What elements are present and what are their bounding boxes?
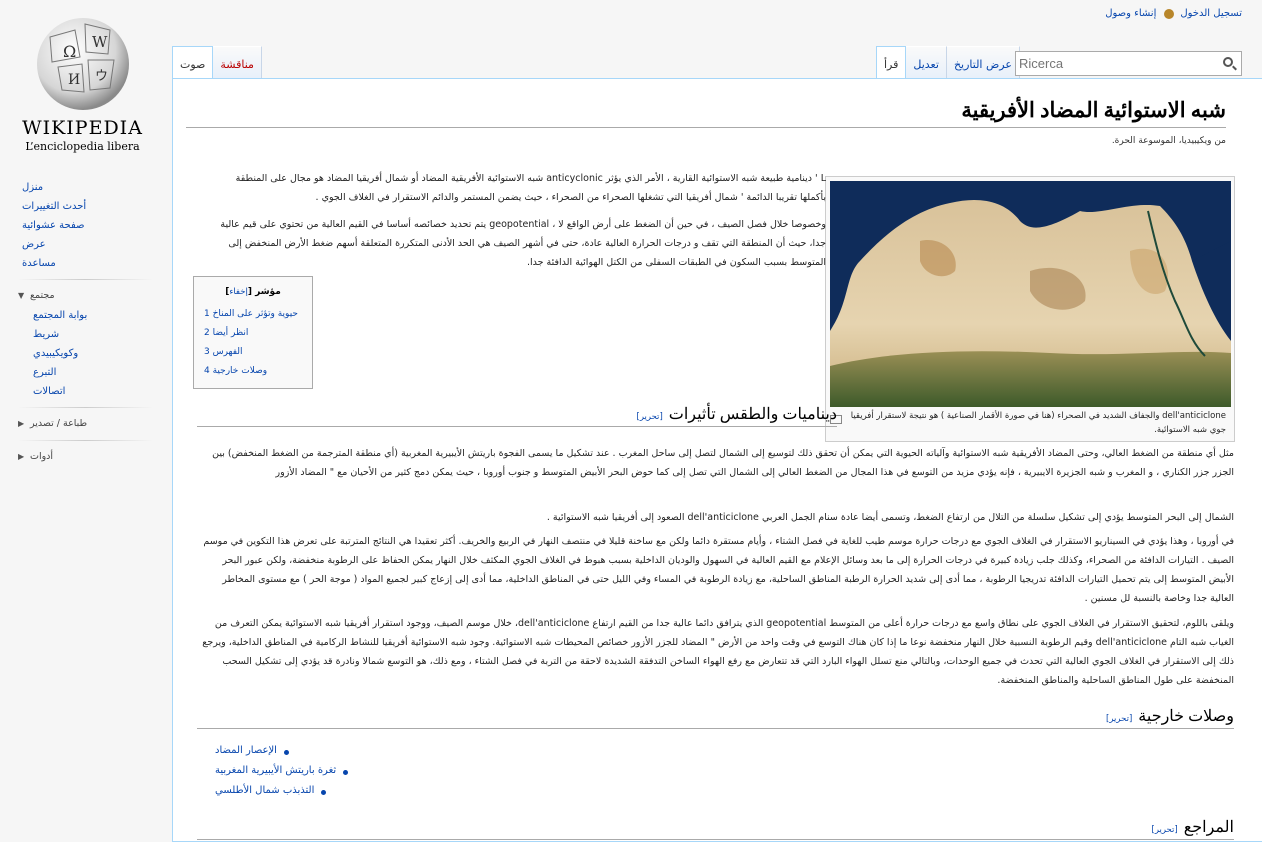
sidebar-section-print[interactable]: ▶ طباعة / تصدير xyxy=(0,414,165,434)
external-link[interactable]: الإعصار المضاد xyxy=(215,745,289,756)
sidebar-divider xyxy=(18,407,153,408)
edit-section-link[interactable]: تحرير xyxy=(1109,714,1129,724)
sidebar-item-random-page[interactable]: صفحة عشوائية xyxy=(0,216,165,235)
sidebar-section-community[interactable]: ▼ مجتمع xyxy=(0,286,165,306)
toc-label: حيوية وتؤثر على المناخ xyxy=(212,309,298,319)
page-title: شبه الاستوائية المضاد الأفريقية xyxy=(186,98,1226,128)
section-heading-external-links: وصلات خارجية[تحرير] xyxy=(197,706,1234,729)
sidebar-item-view[interactable]: عرض xyxy=(0,235,165,254)
body-paragraph-3: في أوروبا ، وهذا يؤدي في السيناريو الاست… xyxy=(203,536,1234,604)
external-link[interactable]: التذبذب شمال الأطلسي xyxy=(215,785,327,796)
logo-wordmark: WIKIPEDIA xyxy=(22,117,143,139)
toc-item[interactable]: 4 وصلات خارجية xyxy=(204,366,267,376)
table-of-contents: مؤشر [إخفاء] 1 حيوية وتؤثر على المناخ 2 … xyxy=(193,276,313,389)
tab-edit[interactable]: تعديل xyxy=(906,46,947,78)
sidebar-item-community-portal[interactable]: بوابة المجتمع xyxy=(0,306,165,325)
sidebar-item-help[interactable]: مساعدة xyxy=(0,254,165,273)
sidebar-item-home[interactable]: منزل xyxy=(0,178,165,197)
article-content: شبه الاستوائية المضاد الأفريقية من ويكيب… xyxy=(172,78,1262,842)
edit-section-link[interactable]: تحرير xyxy=(640,412,660,422)
search-box xyxy=(1015,51,1242,76)
body-paragraph-4: ويلقى باللوم، لتحقيق الاستقرار في الغلاف… xyxy=(202,618,1234,686)
section-title: وصلات خارجية xyxy=(1138,708,1234,725)
create-account-link[interactable]: إنشاء وصول xyxy=(1105,8,1156,19)
chevron-right-icon: ▶ xyxy=(18,419,25,428)
wikipedia-logo[interactable]: Ω W И ウ WIKIPEDIA L’enciclopedia libera xyxy=(0,0,165,160)
search-input[interactable] xyxy=(1019,53,1209,74)
tab-page[interactable]: صوت xyxy=(172,46,214,78)
sidebar-section-label: مجتمع xyxy=(30,290,55,301)
site-subtitle: من ويكيبيديا، الموسوعة الحرة. xyxy=(1111,136,1226,146)
sidebar-section-label: أدوات xyxy=(30,451,54,462)
section-heading-dynamics: ديناميات والطقس تأثيرات[تحرير] xyxy=(197,404,837,427)
toc-label: وصلات خارجية xyxy=(212,366,268,376)
namespace-tabs: صوت مناقشة xyxy=(172,46,262,78)
logo-tagline: L’enciclopedia libera xyxy=(25,140,140,153)
svg-text:ウ: ウ xyxy=(95,69,108,84)
toc-header: مؤشر [إخفاء] xyxy=(225,287,281,297)
sidebar: منزل أحدث التغييرات صفحة عشوائية عرض مسا… xyxy=(0,178,165,467)
toc-title: مؤشر xyxy=(255,287,281,297)
sidebar-section-label: طباعة / تصدير xyxy=(30,418,88,429)
svg-text:W: W xyxy=(92,33,108,51)
puzzle-globe-icon: Ω W И ウ xyxy=(37,18,129,110)
view-tabs: قرأ تعديل عرض التاريخ xyxy=(876,46,1020,78)
sidebar-item-bar[interactable]: شريط xyxy=(0,325,165,344)
chevron-right-icon: ▶ xyxy=(18,452,25,461)
personal-tools: تسجيل الدخول إنشاء وصول xyxy=(1105,8,1242,19)
sidebar-divider xyxy=(18,440,153,441)
section-title: المراجع xyxy=(1183,819,1234,836)
toc-number: 3 xyxy=(204,347,210,357)
login-link[interactable]: تسجيل الدخول xyxy=(1180,8,1242,19)
toc-item[interactable]: 1 حيوية وتؤثر على المناخ xyxy=(204,309,298,319)
toc-label: انظر أيضا xyxy=(212,328,249,338)
sidebar-item-wikipedia[interactable]: وكويكيبيدي xyxy=(0,344,165,363)
svg-text:И: И xyxy=(68,72,80,88)
tab-history[interactable]: عرض التاريخ xyxy=(946,46,1020,78)
image-caption: dell'anticiclone والجفاف الشديد في الصحر… xyxy=(850,411,1226,435)
sidebar-item-recent-changes[interactable]: أحدث التغييرات xyxy=(0,197,165,216)
search-icon[interactable] xyxy=(1223,57,1233,67)
satellite-image[interactable] xyxy=(830,181,1231,407)
tab-read[interactable]: قرأ xyxy=(876,46,907,78)
edit-section-link[interactable]: تحرير xyxy=(1155,825,1175,835)
body-paragraph-1: مثل أي منطقة من الضغط العالي، وحتى المضا… xyxy=(212,448,1234,478)
body-paragraph-2: الشمال إلى البحر المتوسط يؤدي إلى تشكيل … xyxy=(546,512,1234,523)
section-heading-references: المراجع[تحرير] xyxy=(197,817,1234,840)
toc-number: 1 xyxy=(204,309,210,319)
tab-talk[interactable]: مناقشة xyxy=(213,46,262,78)
sidebar-item-donate[interactable]: التبرع xyxy=(0,363,165,382)
sidebar-section-tools[interactable]: ▶ أدوات xyxy=(0,447,165,467)
africa-satellite-graphic xyxy=(830,181,1231,407)
toc-hide-toggle[interactable]: إخفاء xyxy=(229,287,248,297)
toc-item[interactable]: 2 انظر أيضا xyxy=(204,328,248,338)
image-thumbnail: dell'anticiclone والجفاف الشديد في الصحر… xyxy=(825,176,1235,442)
intro-paragraph-2: وخصوصا خلال فصل الصيف ، في حين أن الضغط … xyxy=(220,219,826,268)
toc-number: 4 xyxy=(204,366,210,376)
chevron-down-icon: ▼ xyxy=(18,291,25,300)
toc-item[interactable]: 3 الفهرس xyxy=(204,347,243,357)
external-link[interactable]: ثغرة باريتش الأيبيرية المغربية xyxy=(215,765,349,776)
intro-paragraph-1: L ' دينامية طبيعة شبه الاستوائية القارية… xyxy=(235,173,826,203)
toc-number: 2 xyxy=(204,328,210,338)
toc-label: الفهرس xyxy=(212,347,243,357)
user-icon xyxy=(1164,8,1175,19)
sidebar-divider xyxy=(18,279,153,280)
svg-text:Ω: Ω xyxy=(63,42,76,61)
sidebar-item-contacts[interactable]: اتصالات xyxy=(0,382,165,401)
section-title: ديناميات والطقس تأثيرات xyxy=(668,406,837,423)
